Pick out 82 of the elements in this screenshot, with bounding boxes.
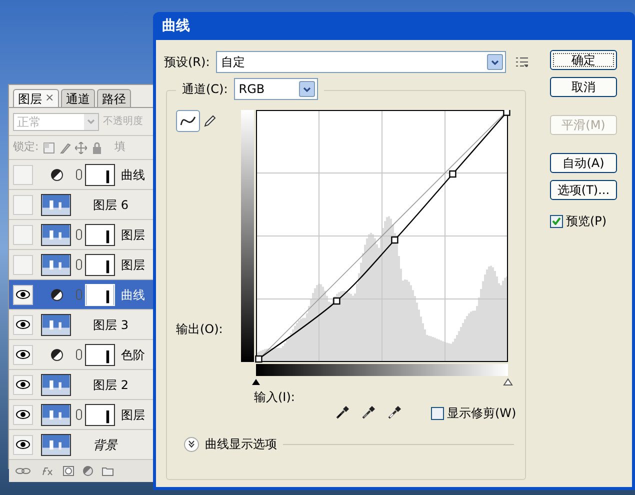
dialog-button[interactable]: 选项(T)... [550, 180, 617, 200]
show-clipping-label: 显示修剪(W) [447, 405, 516, 422]
pencil-icon[interactable] [203, 114, 217, 128]
output-label: 输出(O): [176, 321, 223, 338]
curve-point[interactable] [449, 170, 456, 178]
lock-move-icon[interactable] [74, 142, 87, 154]
layer-row[interactable]: 图层 [9, 220, 157, 250]
chain-link-icon [76, 409, 82, 420]
adjustment-icon[interactable] [83, 466, 93, 476]
curve-icon [180, 115, 196, 127]
eyedropper-icon[interactable] [336, 405, 350, 419]
link-layers-icon[interactable] [15, 466, 31, 476]
curve-point[interactable] [255, 355, 262, 363]
expand-chevron-icon [188, 440, 195, 448]
layer-thumbnail [41, 314, 71, 336]
checkmark-icon [552, 217, 561, 225]
eye-icon [16, 350, 30, 359]
channel-dropdown[interactable]: RGB [234, 78, 318, 100]
shadow-input-slider[interactable] [252, 379, 260, 385]
preset-dropdown[interactable]: 自定 [216, 51, 506, 73]
chain-link-icon [76, 349, 82, 360]
folder-icon[interactable] [102, 466, 114, 476]
chain-link-icon [76, 169, 82, 180]
curve-tool-button[interactable] [176, 110, 200, 132]
window-title: 曲线 [162, 16, 190, 36]
layer-thumbnail [41, 224, 71, 246]
layer-name: 图层 [121, 406, 145, 424]
close-tab-icon[interactable]: × [45, 90, 54, 107]
dialog-button[interactable]: 自动(A) [550, 153, 617, 173]
eye-icon [16, 320, 30, 329]
layer-thumbnail [41, 374, 71, 396]
eyedropper-icon[interactable] [388, 405, 402, 419]
layer-name: 曲线 [121, 286, 145, 304]
layer-thumbnail [41, 194, 71, 216]
lock-brush-icon[interactable] [58, 142, 71, 154]
eyedropper-icon[interactable] [362, 405, 376, 419]
curve-point[interactable] [333, 297, 340, 305]
adjustment-layer-icon [51, 168, 63, 180]
chain-link-icon [76, 289, 82, 300]
eye-icon [16, 410, 30, 419]
channel-label: 通道(C): [182, 81, 228, 98]
layer-name: 图层 6 [93, 196, 128, 214]
layer-name: 图层 [121, 226, 145, 244]
adjustment-layer-icon [51, 288, 63, 300]
eye-icon [16, 290, 30, 299]
mask-icon[interactable] [63, 466, 74, 476]
layer-name: 图层 2 [93, 376, 128, 394]
chain-link-icon [76, 259, 82, 270]
eye-icon [16, 440, 30, 449]
layer-thumbnail [41, 404, 71, 426]
preset-menu-icon[interactable] [516, 57, 528, 67]
layer-row[interactable]: 图层 [9, 400, 157, 430]
show-clipping-checkbox[interactable] [431, 406, 444, 420]
curves-graph[interactable] [241, 110, 513, 386]
layer-name: 图层 [121, 256, 145, 274]
layer-name: 图层 3 [93, 316, 128, 334]
layer-thumbnail [41, 434, 71, 456]
layer-name: 背景 [93, 436, 117, 454]
highlight-input-slider[interactable] [503, 378, 513, 386]
layer-name: 曲线 [121, 166, 145, 184]
layer-name: 色阶 [121, 346, 145, 364]
dialog-button[interactable]: 取消 [550, 77, 617, 97]
lock-label: 锁定: [13, 139, 39, 156]
adjustment-layer-icon [51, 348, 63, 360]
fill-label: 填 [114, 139, 126, 156]
dialog-button[interactable]: 确定 [550, 50, 617, 70]
eye-icon [16, 380, 30, 389]
curve-point[interactable] [503, 110, 510, 116]
preview-label: 预览(P) [566, 213, 607, 230]
panel-tab[interactable]: 图层 × [13, 89, 60, 107]
expand-options-button[interactable] [184, 436, 199, 452]
preset-label: 预设(R): [164, 54, 210, 71]
panel-tab[interactable]: 通道 [61, 89, 96, 107]
chain-link-icon [76, 229, 82, 240]
fx-icon[interactable] [40, 466, 54, 476]
layer-thumbnail [41, 254, 71, 276]
opacity-label: 不透明度 [103, 114, 143, 129]
curve-point[interactable] [391, 236, 398, 244]
display-options-label: 曲线显示选项 [205, 436, 277, 453]
input-label: 输入(I): [254, 389, 295, 406]
preview-checkbox[interactable] [550, 214, 563, 228]
panel-tab[interactable]: 路径 [97, 89, 132, 107]
